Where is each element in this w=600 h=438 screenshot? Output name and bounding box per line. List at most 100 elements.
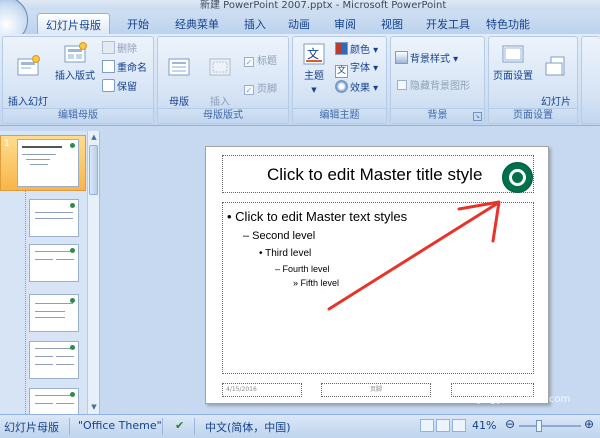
master-layout-icon bbox=[168, 58, 190, 76]
title-checkbox-label: 标题 bbox=[257, 56, 277, 67]
layout-thumbnail-5[interactable] bbox=[29, 341, 79, 379]
effects-icon bbox=[335, 80, 348, 93]
master-thumbnail-image bbox=[17, 139, 79, 187]
page-setup-icon bbox=[502, 45, 524, 63]
master-thumbnail-selected[interactable]: 1 bbox=[0, 135, 86, 191]
group-label-edit-theme: 编辑主题 bbox=[293, 108, 386, 123]
tab-review[interactable]: 审阅 bbox=[326, 13, 364, 34]
layout-thumbnail-3[interactable] bbox=[29, 244, 79, 282]
delete-button[interactable]: 删除 bbox=[102, 41, 137, 57]
scrollbar-thumb[interactable] bbox=[89, 145, 98, 195]
zoom-slider[interactable] bbox=[519, 425, 581, 427]
fonts-icon: 文 bbox=[335, 65, 348, 78]
tab-insert[interactable]: 插入 bbox=[236, 13, 274, 34]
slide-thumbnail-pane: 1 ▲ ▼ bbox=[0, 131, 100, 414]
watermark: jingyan.baidu.com bbox=[478, 394, 571, 405]
scroll-down-icon[interactable]: ▼ bbox=[89, 402, 99, 412]
checkmark-icon: ✓ bbox=[244, 85, 254, 95]
scroll-up-icon[interactable]: ▲ bbox=[89, 132, 99, 142]
fonts-button[interactable]: 文字体 ▾ bbox=[335, 61, 378, 78]
ribbon-tabs: 幻灯片母版 开始 经典菜单 插入 动画 审阅 视图 开发工具 特色功能 bbox=[0, 0, 600, 44]
insert-placeholder-icon bbox=[209, 58, 231, 76]
logo-icon bbox=[70, 203, 75, 208]
window-title: 新建 PowerPoint 2007.pptx - Microsoft Powe… bbox=[200, 0, 447, 10]
tab-classic-menu[interactable]: 经典菜单 bbox=[167, 13, 227, 34]
normal-view-icon[interactable] bbox=[420, 419, 434, 432]
effects-button[interactable]: 效果 ▾ bbox=[335, 80, 378, 96]
colors-button[interactable]: 颜色 ▾ bbox=[335, 42, 378, 58]
colors-icon bbox=[335, 42, 348, 55]
background-styles-icon bbox=[395, 51, 408, 64]
background-styles-button[interactable]: 背景样式 ▾ bbox=[395, 51, 458, 67]
checkmark-icon: ✓ bbox=[244, 57, 254, 67]
rename-button[interactable]: 重命名 bbox=[102, 60, 147, 76]
tab-slide-master[interactable]: 幻灯片母版 bbox=[37, 13, 110, 34]
page-setup-button[interactable]: 页面设置 bbox=[491, 41, 535, 83]
layout-thumbnail-4[interactable] bbox=[29, 294, 79, 332]
insert-layout-icon bbox=[64, 42, 87, 63]
page-setup-label: 页面设置 bbox=[493, 71, 533, 82]
logo-icon bbox=[70, 143, 75, 148]
slide-canvas[interactable]: Click to edit Master title style • Click… bbox=[205, 146, 549, 404]
fonts-label: 字体 bbox=[350, 63, 370, 74]
footer-checkbox-label: 页脚 bbox=[257, 84, 277, 95]
layout-thumbnail-6[interactable] bbox=[29, 388, 79, 414]
preserve-button[interactable]: 保留 bbox=[102, 79, 137, 95]
slide-sorter-view-icon[interactable] bbox=[436, 419, 450, 432]
group-close-partial bbox=[581, 36, 600, 124]
checkbox-icon bbox=[397, 80, 407, 90]
group-label-background: 背景 bbox=[391, 108, 484, 123]
delete-label: 删除 bbox=[117, 44, 137, 55]
group-background: 背景样式 ▾ 隐藏背景图形 背景 ↘ bbox=[390, 36, 485, 124]
group-label-master-layout: 母版版式 bbox=[158, 108, 288, 123]
logo-icon bbox=[70, 345, 75, 350]
spellcheck-icon[interactable]: ✔ bbox=[175, 419, 184, 432]
group-edit-theme: 文 主题 ▼ 颜色 ▾ 文字体 ▾ 效果 ▾ 编辑主题 bbox=[292, 36, 387, 124]
status-theme: "Office Theme" bbox=[78, 419, 162, 432]
logo-icon bbox=[70, 392, 75, 397]
preserve-label: 保留 bbox=[117, 82, 137, 93]
zoom-in-icon[interactable]: ⊕ bbox=[584, 417, 594, 431]
annotation-arrow bbox=[327, 200, 501, 311]
delete-icon bbox=[102, 41, 115, 54]
logo-icon bbox=[70, 298, 75, 303]
rename-icon bbox=[102, 60, 115, 73]
slideshow-view-icon[interactable] bbox=[452, 419, 466, 432]
layout-thumbnail-2[interactable] bbox=[29, 199, 79, 237]
tab-features[interactable]: 特色功能 bbox=[478, 13, 538, 34]
group-page-setup: 页面设置 幻灯片 方向 页面设置 bbox=[488, 36, 578, 124]
status-language[interactable]: 中文(简体，中国) bbox=[205, 419, 291, 435]
insert-layout-button[interactable]: 插入版式 bbox=[52, 41, 98, 83]
thumbnail-connector bbox=[25, 191, 26, 414]
dialog-launcher-icon[interactable]: ↘ bbox=[473, 112, 482, 121]
background-styles-label: 背景样式 bbox=[410, 54, 450, 65]
pin-icon bbox=[102, 79, 115, 92]
group-label-page-setup: 页面设置 bbox=[489, 108, 577, 123]
footer-checkbox[interactable]: ✓ 页脚 bbox=[244, 82, 277, 98]
zoom-level[interactable]: 41% bbox=[472, 419, 496, 432]
tab-animations[interactable]: 动画 bbox=[280, 13, 318, 34]
insert-slide-master-icon bbox=[17, 55, 40, 76]
zoom-slider-thumb[interactable] bbox=[536, 420, 542, 432]
rename-label: 重命名 bbox=[117, 63, 147, 74]
theme-button[interactable]: 文 主题 ▼ bbox=[297, 41, 331, 97]
title-bar: 新建 PowerPoint 2007.pptx - Microsoft Powe… bbox=[0, 0, 600, 10]
tab-developer[interactable]: 开发工具 bbox=[418, 13, 478, 34]
group-edit-master: 插入幻灯 片母版 插入版式 删除 重命名 保留 编辑母版 bbox=[2, 36, 154, 124]
title-checkbox[interactable]: ✓ 标题 bbox=[244, 54, 277, 70]
status-bar: 幻灯片母版 "Office Theme" ✔ 中文(简体，中国) 41% ⊖ ⊕ bbox=[0, 414, 600, 438]
theme-label: 主题 bbox=[304, 71, 324, 82]
svg-text:文: 文 bbox=[307, 46, 319, 61]
theme-icon: 文 bbox=[303, 43, 325, 65]
hide-background-checkbox[interactable]: 隐藏背景图形 bbox=[397, 79, 470, 95]
status-view: 幻灯片母版 bbox=[4, 421, 59, 434]
logo-icon bbox=[70, 248, 75, 253]
tab-home[interactable]: 开始 bbox=[119, 13, 157, 34]
effects-label: 效果 bbox=[350, 83, 370, 94]
ribbon: 插入幻灯 片母版 插入版式 删除 重命名 保留 编辑母版 bbox=[0, 34, 600, 126]
tab-view[interactable]: 视图 bbox=[373, 13, 411, 34]
zoom-out-icon[interactable]: ⊖ bbox=[505, 417, 515, 431]
group-master-layout: 母版 版式 插入 占位符 ✓标题 ✓页脚 母版版式 bbox=[157, 36, 289, 124]
thumbnail-scrollbar[interactable]: ▲ ▼ bbox=[87, 131, 99, 414]
work-area: 1 ▲ ▼ Click to edit Master title style •… bbox=[0, 127, 600, 414]
